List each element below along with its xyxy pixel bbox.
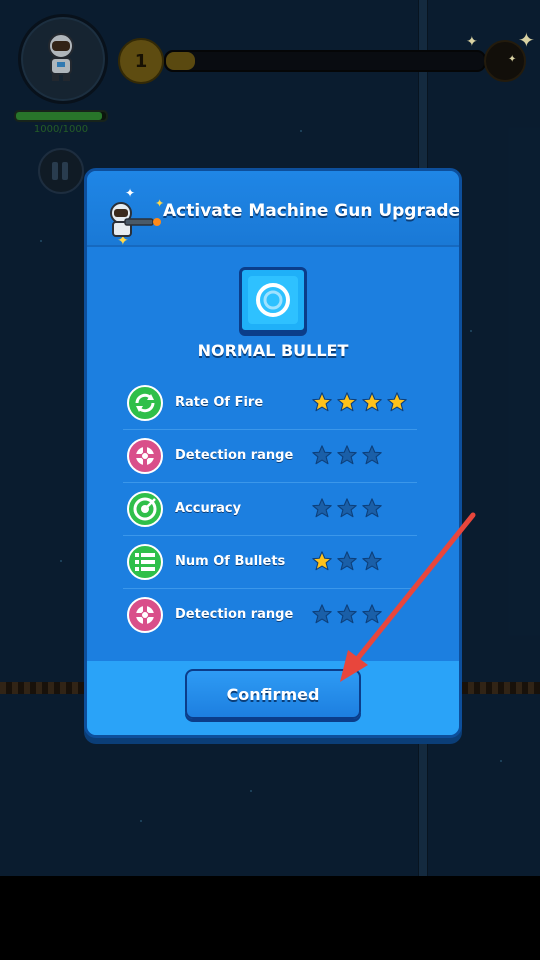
annotation-arrow [340,512,476,682]
